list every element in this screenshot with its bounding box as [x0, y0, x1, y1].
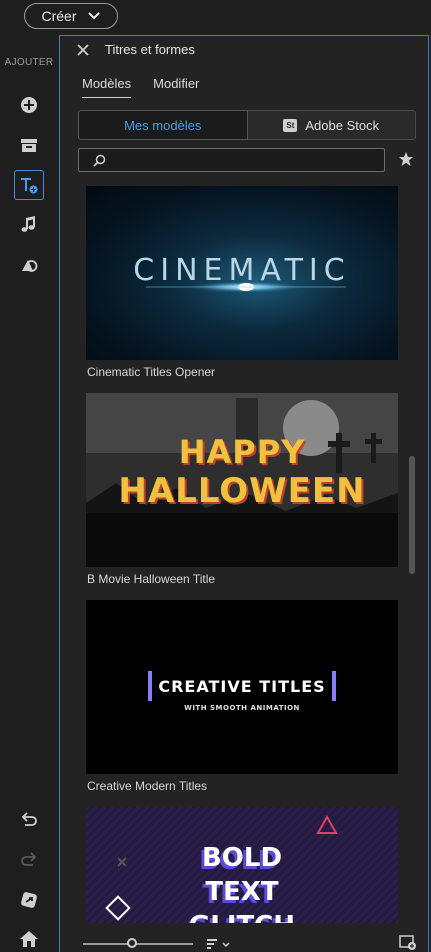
panel-header: Titres et formes [60, 36, 428, 66]
creative-thumb-text-1: CREATIVE TITLES [158, 676, 326, 696]
create-button[interactable]: Créer [24, 3, 118, 29]
halloween-thumb-text-1: HAPPY [178, 433, 306, 471]
template-thumbnail-cinematic: CINEMATIC [86, 186, 398, 360]
panel-tabs: Modèles Modifier [82, 76, 199, 98]
template-label: Creative Modern Titles [87, 779, 208, 793]
search-icon [93, 154, 106, 167]
tab-modify[interactable]: Modifier [153, 76, 199, 98]
top-bar: Créer [0, 0, 431, 34]
thumbnail-size-slider-track[interactable] [83, 943, 193, 945]
bold-thumb-text-1: BOLD [201, 843, 283, 873]
template-item[interactable]: HAPPY HALLOWEEN B Movie Halloween Title [86, 393, 398, 586]
creative-thumb-text-2: WITH SMOOTH ANIMATION [184, 704, 300, 712]
template-label: Cinematic Titles Opener [87, 365, 216, 379]
add-circle-icon [21, 97, 37, 113]
redo-button[interactable] [14, 844, 44, 874]
home-button[interactable] [14, 924, 44, 952]
chevron-down-icon [87, 12, 100, 20]
template-thumbnail-bold-text: BOLD TEXT GLITCH [86, 807, 398, 923]
search-field[interactable] [78, 148, 385, 172]
left-rail: AJOUTER [0, 34, 58, 952]
template-item[interactable]: CREATIVE TITLES WITH SMOOTH ANIMATION Cr… [86, 600, 398, 793]
template-item[interactable]: BOLD TEXT GLITCH [86, 807, 398, 923]
new-window-icon[interactable] [399, 935, 417, 951]
music-icon [21, 216, 35, 232]
rail-add-button[interactable] [14, 90, 44, 120]
share-icon [21, 892, 37, 908]
undo-icon [21, 812, 37, 826]
search-input[interactable] [113, 151, 373, 169]
undo-button[interactable] [14, 804, 44, 834]
shapes-icon [22, 260, 38, 272]
adobe-stock-icon: St [283, 118, 298, 132]
rail-archive-button[interactable] [14, 130, 44, 160]
bold-thumb-text-3: GLITCH [86, 911, 398, 923]
rail-section-label: AJOUTER [4, 57, 54, 68]
my-templates-button[interactable]: Mes modèles [78, 110, 248, 140]
cinematic-thumb-text: CINEMATIC [133, 253, 351, 288]
home-icon [20, 931, 38, 947]
template-thumbnail-creative: CREATIVE TITLES WITH SMOOTH ANIMATION [86, 600, 398, 774]
create-button-label: Créer [41, 8, 77, 24]
template-item[interactable]: CINEMATIC Cinematic Titles Opener [86, 186, 398, 379]
rail-music-button[interactable] [14, 210, 44, 240]
rail-titles-button[interactable] [14, 170, 44, 200]
adobe-stock-label: Adobe Stock [305, 117, 380, 133]
favorites-star-icon[interactable] [398, 151, 414, 167]
panel-title: Titres et formes [105, 42, 195, 57]
my-templates-label: Mes modèles [124, 117, 202, 133]
thumbnail-size-slider-knob[interactable] [127, 938, 137, 948]
titles-icon [21, 178, 38, 194]
creative-title-box: CREATIVE TITLES [148, 671, 336, 701]
template-label: B Movie Halloween Title [87, 572, 216, 586]
tab-models[interactable]: Modèles [82, 76, 132, 98]
sort-icon[interactable] [205, 936, 235, 952]
scrollbar[interactable] [407, 186, 417, 923]
redo-icon [21, 852, 37, 866]
source-segmented-control: Mes modèles St Adobe Stock [78, 110, 416, 140]
template-thumbnail-halloween: HAPPY HALLOWEEN [86, 393, 398, 567]
scrollbar-thumb[interactable] [409, 456, 415, 574]
panel-footer [60, 923, 428, 952]
adobe-stock-button[interactable]: St Adobe Stock [247, 110, 416, 140]
templates-list[interactable]: CINEMATIC Cinematic Titles Opener HAPPY … [60, 186, 428, 923]
close-icon[interactable] [76, 43, 90, 57]
archive-icon [21, 139, 37, 152]
titles-shapes-panel: Titres et formes Modèles Modifier Mes mo… [59, 35, 429, 952]
rail-shapes-button[interactable] [14, 250, 44, 280]
halloween-thumb-text-2: HALLOWEEN [118, 471, 366, 511]
bold-thumb-text-2: TEXT [205, 877, 279, 907]
share-button[interactable] [14, 885, 44, 915]
